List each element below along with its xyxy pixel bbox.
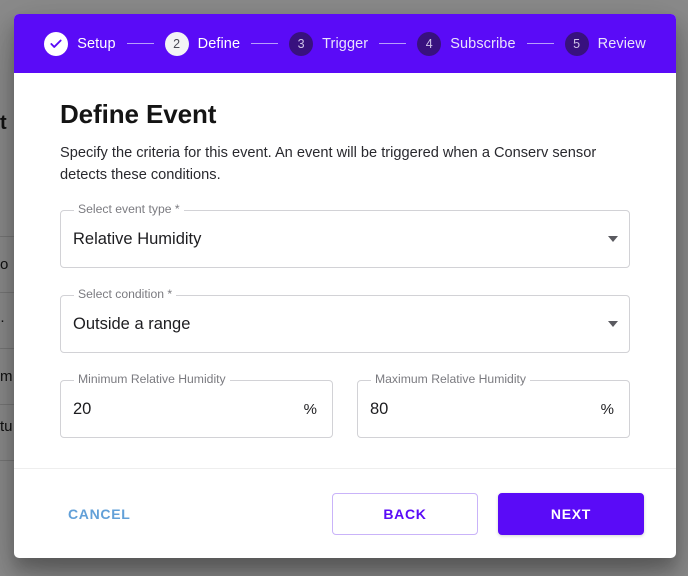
- app-root: t o · m tu Setup 2 Define 3 Trigger 4 Su…: [0, 0, 688, 576]
- chevron-down-icon: [608, 236, 618, 242]
- maximum-humidity-unit: %: [600, 400, 614, 418]
- step-badge-4: 4: [417, 31, 442, 56]
- minimum-humidity-value: 20: [73, 399, 92, 418]
- chevron-down-icon: [608, 321, 618, 327]
- step-connector: [526, 43, 554, 44]
- back-button[interactable]: BACK: [332, 492, 478, 535]
- minimum-humidity-input[interactable]: Minimum Relative Humidity 20 %: [60, 372, 333, 438]
- minimum-humidity-label: Minimum Relative Humidity: [74, 372, 230, 386]
- step-badge-5: 5: [564, 31, 589, 56]
- next-button[interactable]: NEXT: [498, 492, 644, 535]
- step-connector: [251, 43, 279, 44]
- step-subscribe[interactable]: 4 Subscribe: [417, 31, 516, 56]
- define-event-dialog: Setup 2 Define 3 Trigger 4 Subscribe 5 R…: [14, 14, 676, 558]
- step-define[interactable]: 2 Define: [164, 31, 241, 56]
- event-type-value: Relative Humidity: [73, 229, 202, 248]
- condition-select[interactable]: Select condition * Outside a range: [60, 287, 630, 353]
- page-description: Specify the criteria for this event. An …: [60, 145, 597, 183]
- field-outline: [60, 380, 333, 438]
- step-badge-2: 2: [164, 31, 189, 56]
- humidity-range-row: Minimum Relative Humidity 20 % Maximum R…: [60, 372, 630, 465]
- step-connector: [379, 43, 407, 44]
- page-title: Define Event: [60, 99, 217, 129]
- step-label-subscribe: Subscribe: [450, 35, 516, 52]
- field-outline: [357, 380, 630, 438]
- maximum-humidity-value: 80: [370, 399, 389, 418]
- step-trigger[interactable]: 3 Trigger: [289, 31, 369, 56]
- dialog-body: Define Event Specify the criteria for th…: [14, 73, 676, 468]
- step-label-trigger: Trigger: [322, 35, 369, 52]
- check-icon: [44, 31, 69, 56]
- maximum-humidity-input[interactable]: Maximum Relative Humidity 80 %: [357, 372, 630, 438]
- maximum-humidity-label: Maximum Relative Humidity: [371, 372, 531, 386]
- step-connector: [126, 43, 154, 44]
- cancel-button[interactable]: CANCEL: [60, 496, 139, 532]
- step-label-define: Define: [197, 35, 241, 52]
- dialog-footer: CANCEL BACK NEXT: [14, 468, 676, 558]
- step-badge-3: 3: [289, 31, 314, 56]
- event-type-select[interactable]: Select event type * Relative Humidity: [60, 202, 630, 268]
- minimum-humidity-unit: %: [303, 400, 317, 418]
- event-type-label: Select event type *: [74, 202, 184, 216]
- step-label-setup: Setup: [77, 35, 116, 52]
- step-label-review: Review: [597, 35, 646, 52]
- wizard-stepper: Setup 2 Define 3 Trigger 4 Subscribe 5 R…: [14, 14, 676, 73]
- condition-value: Outside a range: [73, 314, 191, 333]
- step-setup[interactable]: Setup: [44, 31, 116, 56]
- step-review[interactable]: 5 Review: [564, 31, 646, 56]
- condition-label: Select condition *: [74, 287, 177, 301]
